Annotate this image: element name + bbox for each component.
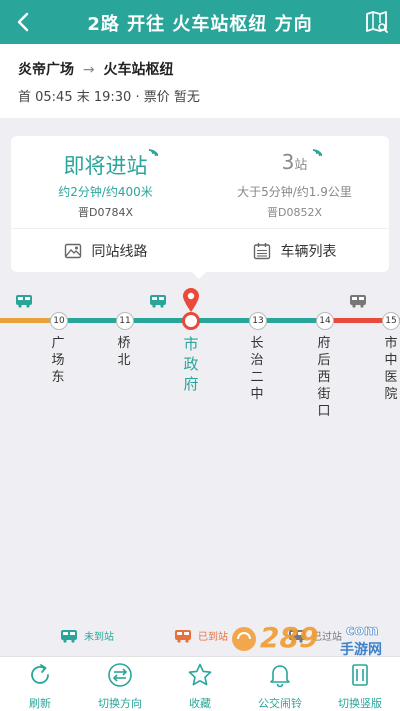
route-destination: 火车站枢纽 bbox=[103, 62, 174, 78]
bus-alarm-label: 公交闹铃 bbox=[258, 697, 302, 710]
vehicle-list-label: 车辆列表 bbox=[280, 243, 337, 260]
favorite-button[interactable]: 收藏 bbox=[160, 657, 240, 711]
switch-direction-label: 切换方向 bbox=[98, 697, 142, 710]
route-endpoints: 炎帝广场 → 火车站枢纽 bbox=[18, 59, 173, 79]
stop-name[interactable]: 桥北 bbox=[115, 335, 133, 369]
bus-icon bbox=[61, 629, 77, 643]
bus-icon[interactable] bbox=[349, 294, 367, 308]
legend-arrived-label: 已到站 bbox=[198, 632, 228, 643]
arrival-card: 即将进站 约2分钟/约400米 晋D0784X 3站 大于5分钟/约1.9公里 … bbox=[11, 136, 389, 279]
route-schedule: 首 05:45 末 19:30 · 票价 暂无 bbox=[18, 90, 200, 105]
switch-direction-button[interactable]: 切换方向 bbox=[80, 657, 160, 711]
calendar-icon bbox=[253, 242, 270, 259]
same-stop-lines-button[interactable]: 同站线路 bbox=[11, 229, 200, 272]
same-stop-lines-label: 同站线路 bbox=[91, 243, 148, 260]
stop-marker[interactable]: 10 bbox=[50, 312, 68, 330]
stop-marker[interactable]: 13 bbox=[249, 312, 267, 330]
legend-not-arrived: 未到站 bbox=[60, 628, 114, 643]
legend-not-arrived-label: 未到站 bbox=[84, 632, 114, 643]
header-bar: 2路 开往 火车站枢纽 方向 bbox=[0, 0, 400, 44]
route-arrow: → bbox=[82, 62, 95, 78]
nearest-bus-eta: 约2分钟/约400米 bbox=[58, 185, 153, 199]
refresh-button[interactable]: 刷新 bbox=[0, 657, 80, 711]
stop-marker[interactable]: 11 bbox=[116, 312, 134, 330]
watermark-suffix: com bbox=[346, 623, 379, 639]
next-bus-stop-count: 3 bbox=[281, 150, 295, 174]
route-line[interactable]: 10 11 13 14 15 广场东 桥北 市政府 长治二中 府后西街口 市中医… bbox=[0, 285, 400, 445]
vehicle-list-button[interactable]: 车辆列表 bbox=[200, 229, 389, 272]
stop-name[interactable]: 长治二中 bbox=[248, 335, 266, 403]
route-origin: 炎帝广场 bbox=[18, 62, 74, 78]
stop-name[interactable]: 广场东 bbox=[49, 335, 67, 386]
bottom-toolbar: 刷新 切换方向 收藏 公交闹铃 切换竖版 bbox=[0, 656, 400, 711]
bus-icon[interactable] bbox=[15, 294, 33, 308]
next-bus-stop-unit: 站 bbox=[294, 158, 308, 173]
image-stop-icon bbox=[64, 243, 81, 258]
nearest-bus[interactable]: 即将进站 约2分钟/约400米 晋D0784X bbox=[11, 136, 200, 228]
stop-name[interactable]: 市中医院 bbox=[382, 335, 400, 403]
star-icon bbox=[188, 663, 212, 686]
stop-name[interactable]: 府后西街口 bbox=[315, 335, 333, 420]
favorite-label: 收藏 bbox=[189, 697, 211, 710]
switch-direction-icon bbox=[108, 663, 132, 687]
next-bus-stops: 3站 bbox=[200, 150, 389, 174]
refresh-icon bbox=[31, 664, 49, 684]
refresh-label: 刷新 bbox=[29, 697, 51, 710]
back-arrow-icon[interactable] bbox=[10, 8, 38, 36]
bus-icon[interactable] bbox=[149, 294, 167, 308]
current-stop-pin-icon bbox=[183, 288, 199, 312]
stop-marker[interactable]: 15 bbox=[382, 312, 400, 330]
line-segment-passed bbox=[0, 318, 50, 323]
bus-alarm-button[interactable]: 公交闹铃 bbox=[240, 657, 320, 711]
site-watermark: 289 com 手游网 bbox=[232, 621, 382, 658]
watermark-brand: 289 bbox=[260, 621, 318, 654]
page-title: 2路 开往 火车站枢纽 方向 bbox=[87, 14, 313, 35]
bell-icon bbox=[270, 665, 290, 688]
nearest-bus-plate: 晋D0784X bbox=[78, 206, 133, 219]
route-info: 炎帝广场 → 火车站枢纽 首 05:45 末 19:30 · 票价 暂无 bbox=[0, 44, 400, 118]
current-stop-name[interactable]: 市政府 bbox=[181, 334, 201, 394]
current-stop-marker[interactable] bbox=[182, 312, 200, 330]
watermark-tagline: 手游网 bbox=[340, 641, 382, 658]
legend-arrived: 已到站 bbox=[174, 628, 228, 643]
switch-layout-button[interactable]: 切换竖版 bbox=[320, 657, 400, 711]
map-icon[interactable] bbox=[364, 9, 390, 35]
switch-layout-label: 切换竖版 bbox=[338, 697, 382, 710]
nearest-bus-status: 即将进站 bbox=[63, 154, 148, 178]
vertical-layout-icon bbox=[352, 664, 368, 686]
next-bus[interactable]: 3站 大于5分钟/约1.9公里 晋D0852X bbox=[200, 136, 389, 228]
stop-marker[interactable]: 14 bbox=[316, 312, 334, 330]
next-bus-plate: 晋D0852X bbox=[267, 206, 322, 219]
next-bus-eta: 大于5分钟/约1.9公里 bbox=[237, 185, 352, 199]
bus-icon bbox=[175, 629, 191, 643]
